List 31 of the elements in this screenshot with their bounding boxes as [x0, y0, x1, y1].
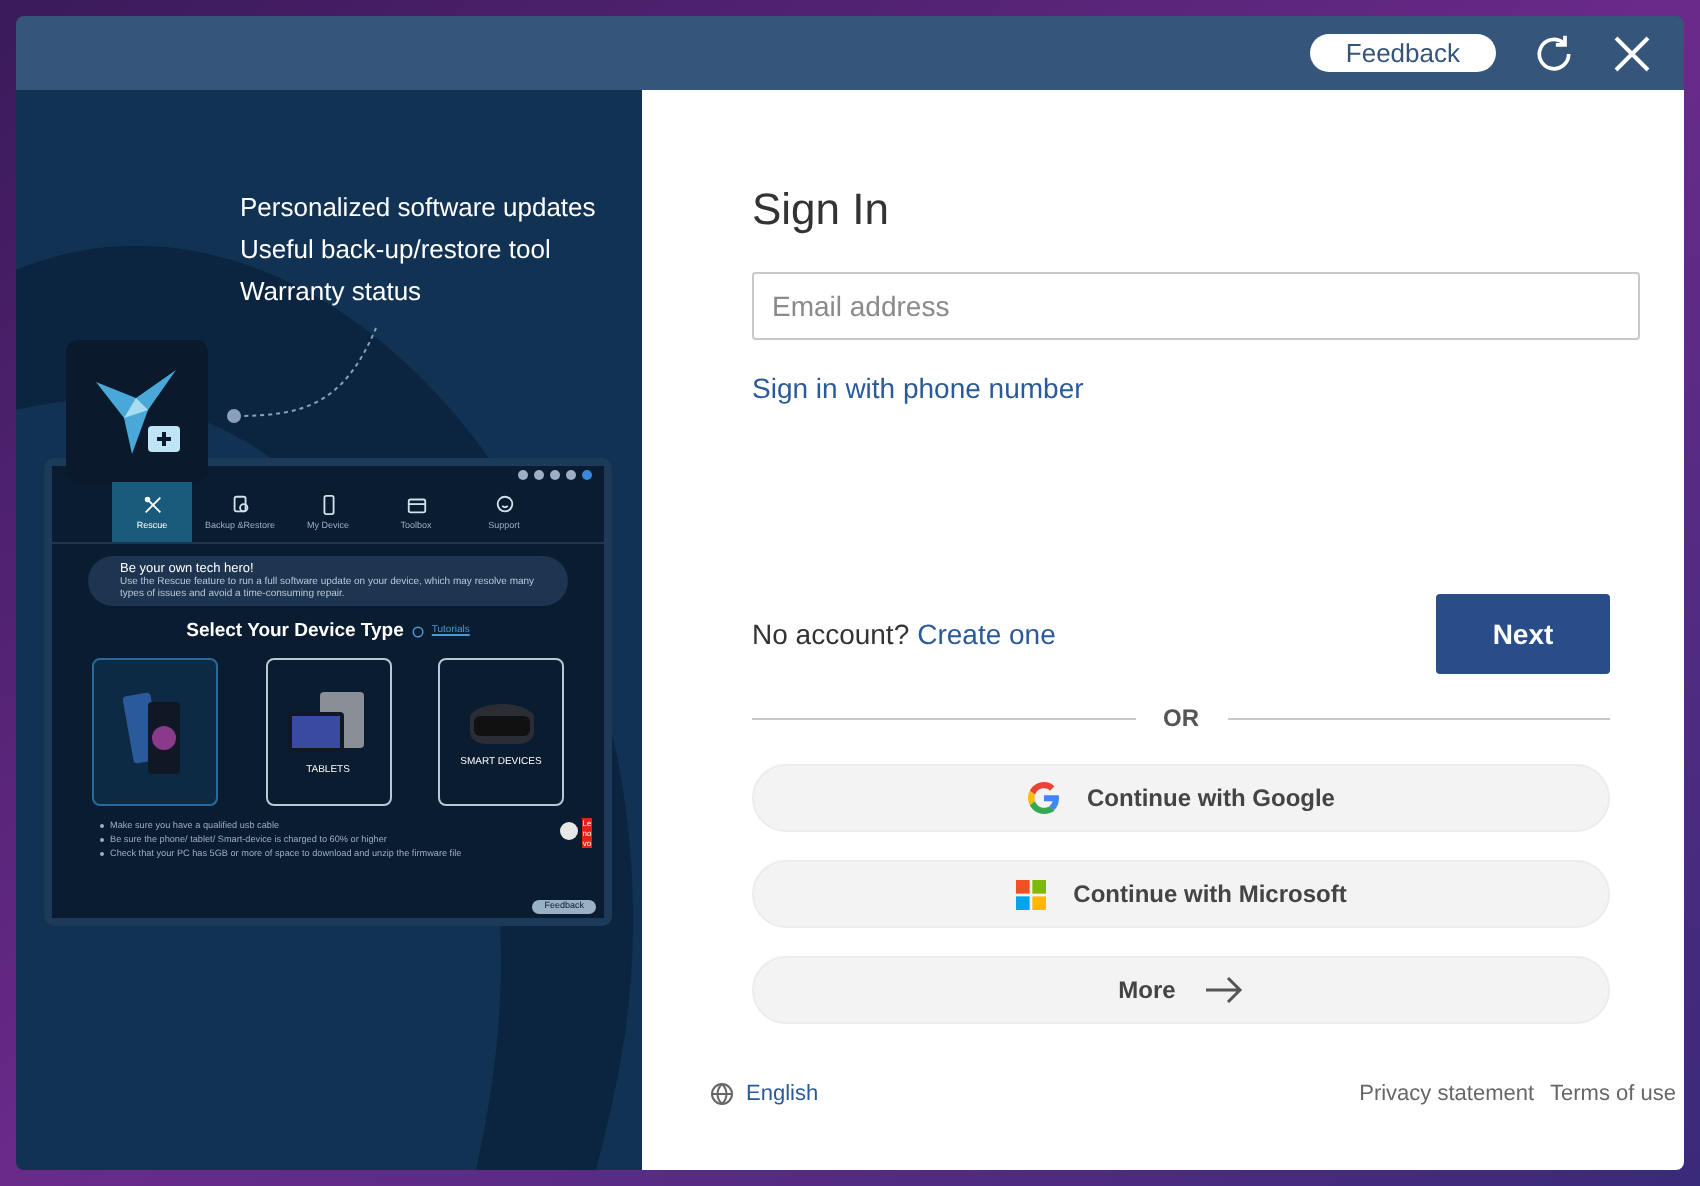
feedback-button[interactable]: Feedback [1309, 34, 1496, 72]
backup-icon [229, 494, 251, 516]
provider-button[interactable]: More [752, 956, 1610, 1024]
feature-text: Personalized software updates [240, 190, 598, 224]
footer-link[interactable]: Privacy statement [1359, 1077, 1535, 1110]
toolbox-icon [405, 494, 427, 516]
refresh-icon[interactable] [1532, 31, 1576, 75]
provider-button[interactable]: Continue with Microsoft [752, 860, 1610, 928]
next-button[interactable]: Next [1436, 594, 1610, 674]
device-card[interactable] [92, 658, 218, 807]
feature-text: Warranty status [240, 274, 424, 308]
tools-icon [141, 494, 163, 516]
or-divider-text: OR [1163, 702, 1199, 736]
microsoft-logo-icon [1015, 879, 1046, 909]
device-type-heading: Select Your Device Type [186, 618, 404, 646]
sign-in-title: Sign In [752, 184, 889, 236]
provider-button[interactable]: Continue with Google [752, 764, 1610, 832]
email-field[interactable]: Email address [752, 272, 1640, 340]
chat-icon [493, 494, 515, 516]
feature-text: Useful back-up/restore tool [240, 232, 553, 266]
no-account-text: No account? [752, 615, 910, 653]
google-logo-icon [1027, 782, 1059, 814]
account-icon [582, 470, 592, 480]
arrow-right-icon [1203, 976, 1244, 1004]
close-icon[interactable] [1612, 33, 1652, 73]
help-icon [411, 626, 424, 639]
phone-sign-in-link[interactable]: Sign in with phone number [752, 368, 1084, 410]
globe-icon [710, 1081, 734, 1106]
create-account-link[interactable]: Create one [917, 613, 1056, 655]
footer-link[interactable]: Terms of use [1550, 1077, 1676, 1110]
language-link[interactable]: English [746, 1077, 819, 1110]
